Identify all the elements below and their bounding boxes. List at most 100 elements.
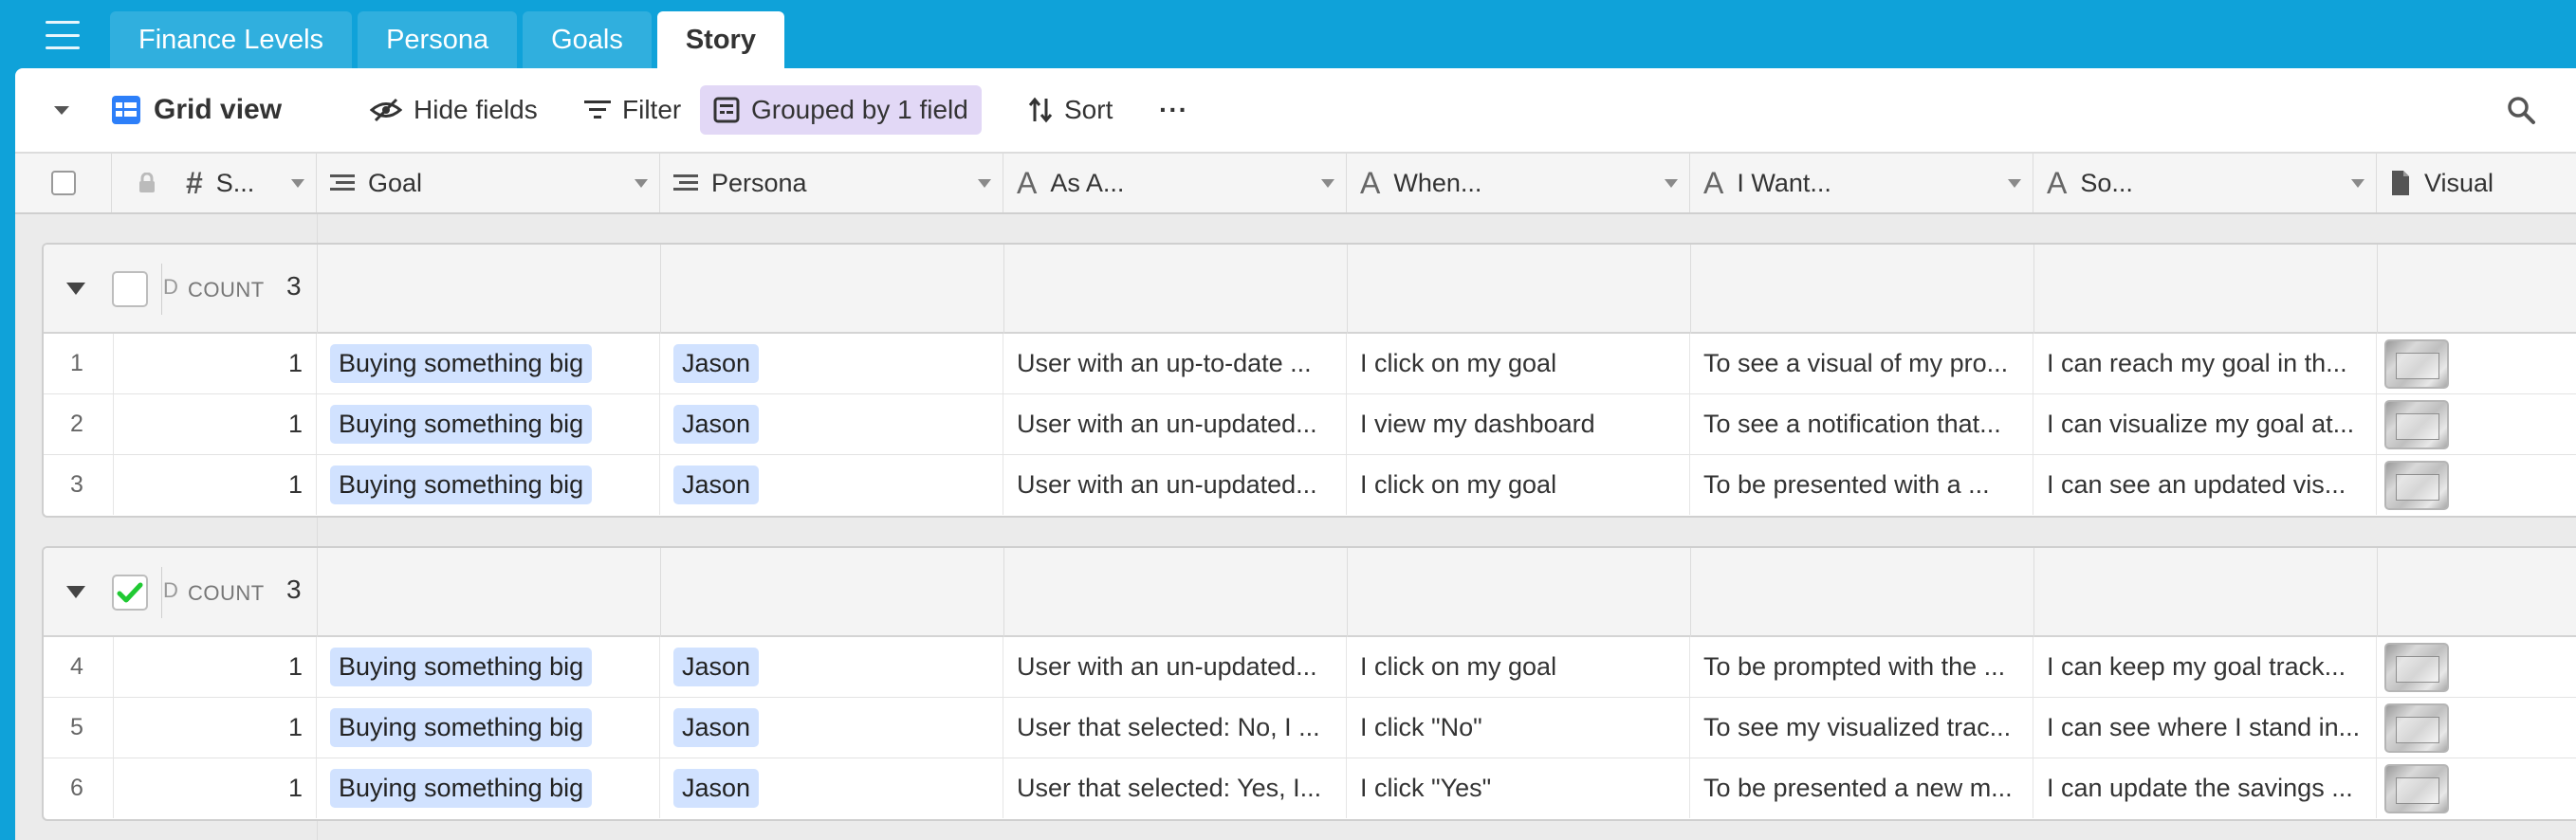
cell-i-want[interactable]: To be presented with a ... bbox=[1690, 455, 2033, 515]
column-header-when[interactable]: A When... bbox=[1347, 154, 1690, 212]
cell-so[interactable]: I can visualize my goal at... bbox=[2033, 394, 2377, 454]
caret-down-icon[interactable] bbox=[978, 179, 991, 188]
tab-finance-levels[interactable]: Finance Levels bbox=[110, 11, 353, 68]
linked-record-pill[interactable]: Buying something big bbox=[330, 648, 593, 686]
caret-down-icon[interactable] bbox=[291, 179, 304, 188]
cell-s[interactable]: 1 bbox=[114, 455, 317, 515]
column-header-as-a[interactable]: A As A... bbox=[1003, 154, 1347, 212]
cell-when[interactable]: I click "No" bbox=[1347, 698, 1690, 758]
cell-so[interactable]: I can keep my goal track... bbox=[2033, 637, 2377, 697]
cell-as-a[interactable]: User that selected: No, I ... bbox=[1003, 698, 1347, 758]
cell-i-want[interactable]: To see my visualized trac... bbox=[1690, 698, 2033, 758]
attachment-thumbnail[interactable] bbox=[2384, 763, 2449, 813]
linked-record-pill[interactable]: Jason bbox=[673, 344, 760, 383]
table-row[interactable]: 2 1 Buying something big Jason User with… bbox=[44, 394, 2576, 455]
cell-as-a[interactable]: User with an un-updated... bbox=[1003, 637, 1347, 697]
attachment-thumbnail[interactable] bbox=[2384, 399, 2449, 449]
cell-goal[interactable]: Buying something big bbox=[317, 637, 660, 697]
grid-body[interactable]: D COUNT 3 1 1 Buying something big Jason… bbox=[15, 214, 2576, 840]
cell-persona[interactable]: Jason bbox=[660, 698, 1003, 758]
select-all-checkbox[interactable] bbox=[50, 171, 76, 195]
sort-button[interactable]: Sort bbox=[1015, 85, 1126, 135]
column-header-persona[interactable]: Persona bbox=[660, 154, 1003, 212]
cell-as-a[interactable]: User that selected: Yes, I... bbox=[1003, 758, 1347, 818]
linked-record-pill[interactable]: Jason bbox=[673, 769, 760, 808]
column-header-s[interactable]: # S... bbox=[112, 154, 317, 212]
cell-when[interactable]: I click on my goal bbox=[1347, 455, 1690, 515]
cell-goal[interactable]: Buying something big bbox=[317, 455, 660, 515]
linked-record-pill[interactable]: Jason bbox=[673, 708, 760, 747]
linked-record-pill[interactable]: Jason bbox=[673, 405, 760, 444]
tab-persona[interactable]: Persona bbox=[358, 11, 518, 68]
cell-s[interactable]: 1 bbox=[114, 394, 317, 454]
cell-visual[interactable] bbox=[2377, 455, 2576, 515]
column-header-so[interactable]: A So... bbox=[2033, 154, 2377, 212]
collapse-group-icon[interactable] bbox=[66, 586, 85, 598]
caret-down-icon[interactable] bbox=[2351, 179, 2364, 188]
table-row[interactable]: 3 1 Buying something big Jason User with… bbox=[44, 455, 2576, 516]
cell-visual[interactable] bbox=[2377, 334, 2576, 393]
attachment-thumbnail[interactable] bbox=[2384, 460, 2449, 510]
group-checkbox[interactable] bbox=[112, 575, 148, 611]
cell-i-want[interactable]: To be prompted with the ... bbox=[1690, 637, 2033, 697]
cell-s[interactable]: 1 bbox=[114, 698, 317, 758]
more-options-button[interactable]: ··· bbox=[1146, 85, 1202, 135]
linked-record-pill[interactable]: Jason bbox=[673, 466, 760, 504]
attachment-thumbnail[interactable] bbox=[2384, 338, 2449, 389]
cell-when[interactable]: I view my dashboard bbox=[1347, 394, 1690, 454]
cell-persona[interactable]: Jason bbox=[660, 455, 1003, 515]
cell-persona[interactable]: Jason bbox=[660, 758, 1003, 818]
group-checkbox[interactable] bbox=[112, 271, 148, 307]
cell-i-want[interactable]: To be presented a new m... bbox=[1690, 758, 2033, 818]
linked-record-pill[interactable]: Buying something big bbox=[330, 466, 593, 504]
cell-visual[interactable] bbox=[2377, 394, 2576, 454]
linked-record-pill[interactable]: Buying something big bbox=[330, 769, 593, 808]
cell-i-want[interactable]: To see a notification that... bbox=[1690, 394, 2033, 454]
cell-visual[interactable] bbox=[2377, 758, 2576, 818]
view-switcher-toggle[interactable] bbox=[38, 85, 85, 135]
cell-persona[interactable]: Jason bbox=[660, 637, 1003, 697]
cell-persona[interactable]: Jason bbox=[660, 394, 1003, 454]
table-row[interactable]: 1 1 Buying something big Jason User with… bbox=[44, 334, 2576, 394]
caret-down-icon[interactable] bbox=[635, 179, 648, 188]
table-row[interactable]: 6 1 Buying something big Jason User that… bbox=[44, 758, 2576, 819]
cell-visual[interactable] bbox=[2377, 637, 2576, 697]
linked-record-pill[interactable]: Buying something big bbox=[330, 405, 593, 444]
cell-when[interactable]: I click on my goal bbox=[1347, 637, 1690, 697]
tab-goals[interactable]: Goals bbox=[523, 11, 652, 68]
cell-persona[interactable]: Jason bbox=[660, 334, 1003, 393]
linked-record-pill[interactable]: Buying something big bbox=[330, 708, 593, 747]
column-header-goal[interactable]: Goal bbox=[317, 154, 660, 212]
table-row[interactable]: 4 1 Buying something big Jason User with… bbox=[44, 637, 2576, 698]
filter-button[interactable]: Filter bbox=[571, 85, 694, 135]
cell-s[interactable]: 1 bbox=[114, 637, 317, 697]
menu-icon[interactable] bbox=[46, 21, 80, 49]
cell-i-want[interactable]: To see a visual of my pro... bbox=[1690, 334, 2033, 393]
cell-as-a[interactable]: User with an un-updated... bbox=[1003, 455, 1347, 515]
table-row[interactable]: 5 1 Buying something big Jason User that… bbox=[44, 698, 2576, 758]
attachment-thumbnail[interactable] bbox=[2384, 642, 2449, 692]
column-header-visual[interactable]: Visual bbox=[2377, 154, 2576, 212]
view-name-button[interactable]: Grid view bbox=[97, 85, 295, 135]
group-button[interactable]: Grouped by 1 field bbox=[700, 85, 982, 135]
cell-s[interactable]: 1 bbox=[114, 758, 317, 818]
caret-down-icon[interactable] bbox=[1665, 179, 1678, 188]
caret-down-icon[interactable] bbox=[1321, 179, 1334, 188]
column-header-i-want[interactable]: A I Want... bbox=[1690, 154, 2033, 212]
cell-goal[interactable]: Buying something big bbox=[317, 394, 660, 454]
cell-goal[interactable]: Buying something big bbox=[317, 758, 660, 818]
tab-story[interactable]: Story bbox=[656, 11, 784, 68]
caret-down-icon[interactable] bbox=[2008, 179, 2021, 188]
cell-when[interactable]: I click on my goal bbox=[1347, 334, 1690, 393]
hide-fields-button[interactable]: Hide fields bbox=[357, 85, 551, 135]
cell-goal[interactable]: Buying something big bbox=[317, 334, 660, 393]
collapse-group-icon[interactable] bbox=[66, 283, 85, 295]
cell-so[interactable]: I can see an updated vis... bbox=[2033, 455, 2377, 515]
linked-record-pill[interactable]: Buying something big bbox=[330, 344, 593, 383]
linked-record-pill[interactable]: Jason bbox=[673, 648, 760, 686]
cell-when[interactable]: I click "Yes" bbox=[1347, 758, 1690, 818]
cell-so[interactable]: I can update the savings ... bbox=[2033, 758, 2377, 818]
search-button[interactable] bbox=[2493, 85, 2549, 135]
cell-so[interactable]: I can reach my goal in th... bbox=[2033, 334, 2377, 393]
cell-visual[interactable] bbox=[2377, 698, 2576, 758]
